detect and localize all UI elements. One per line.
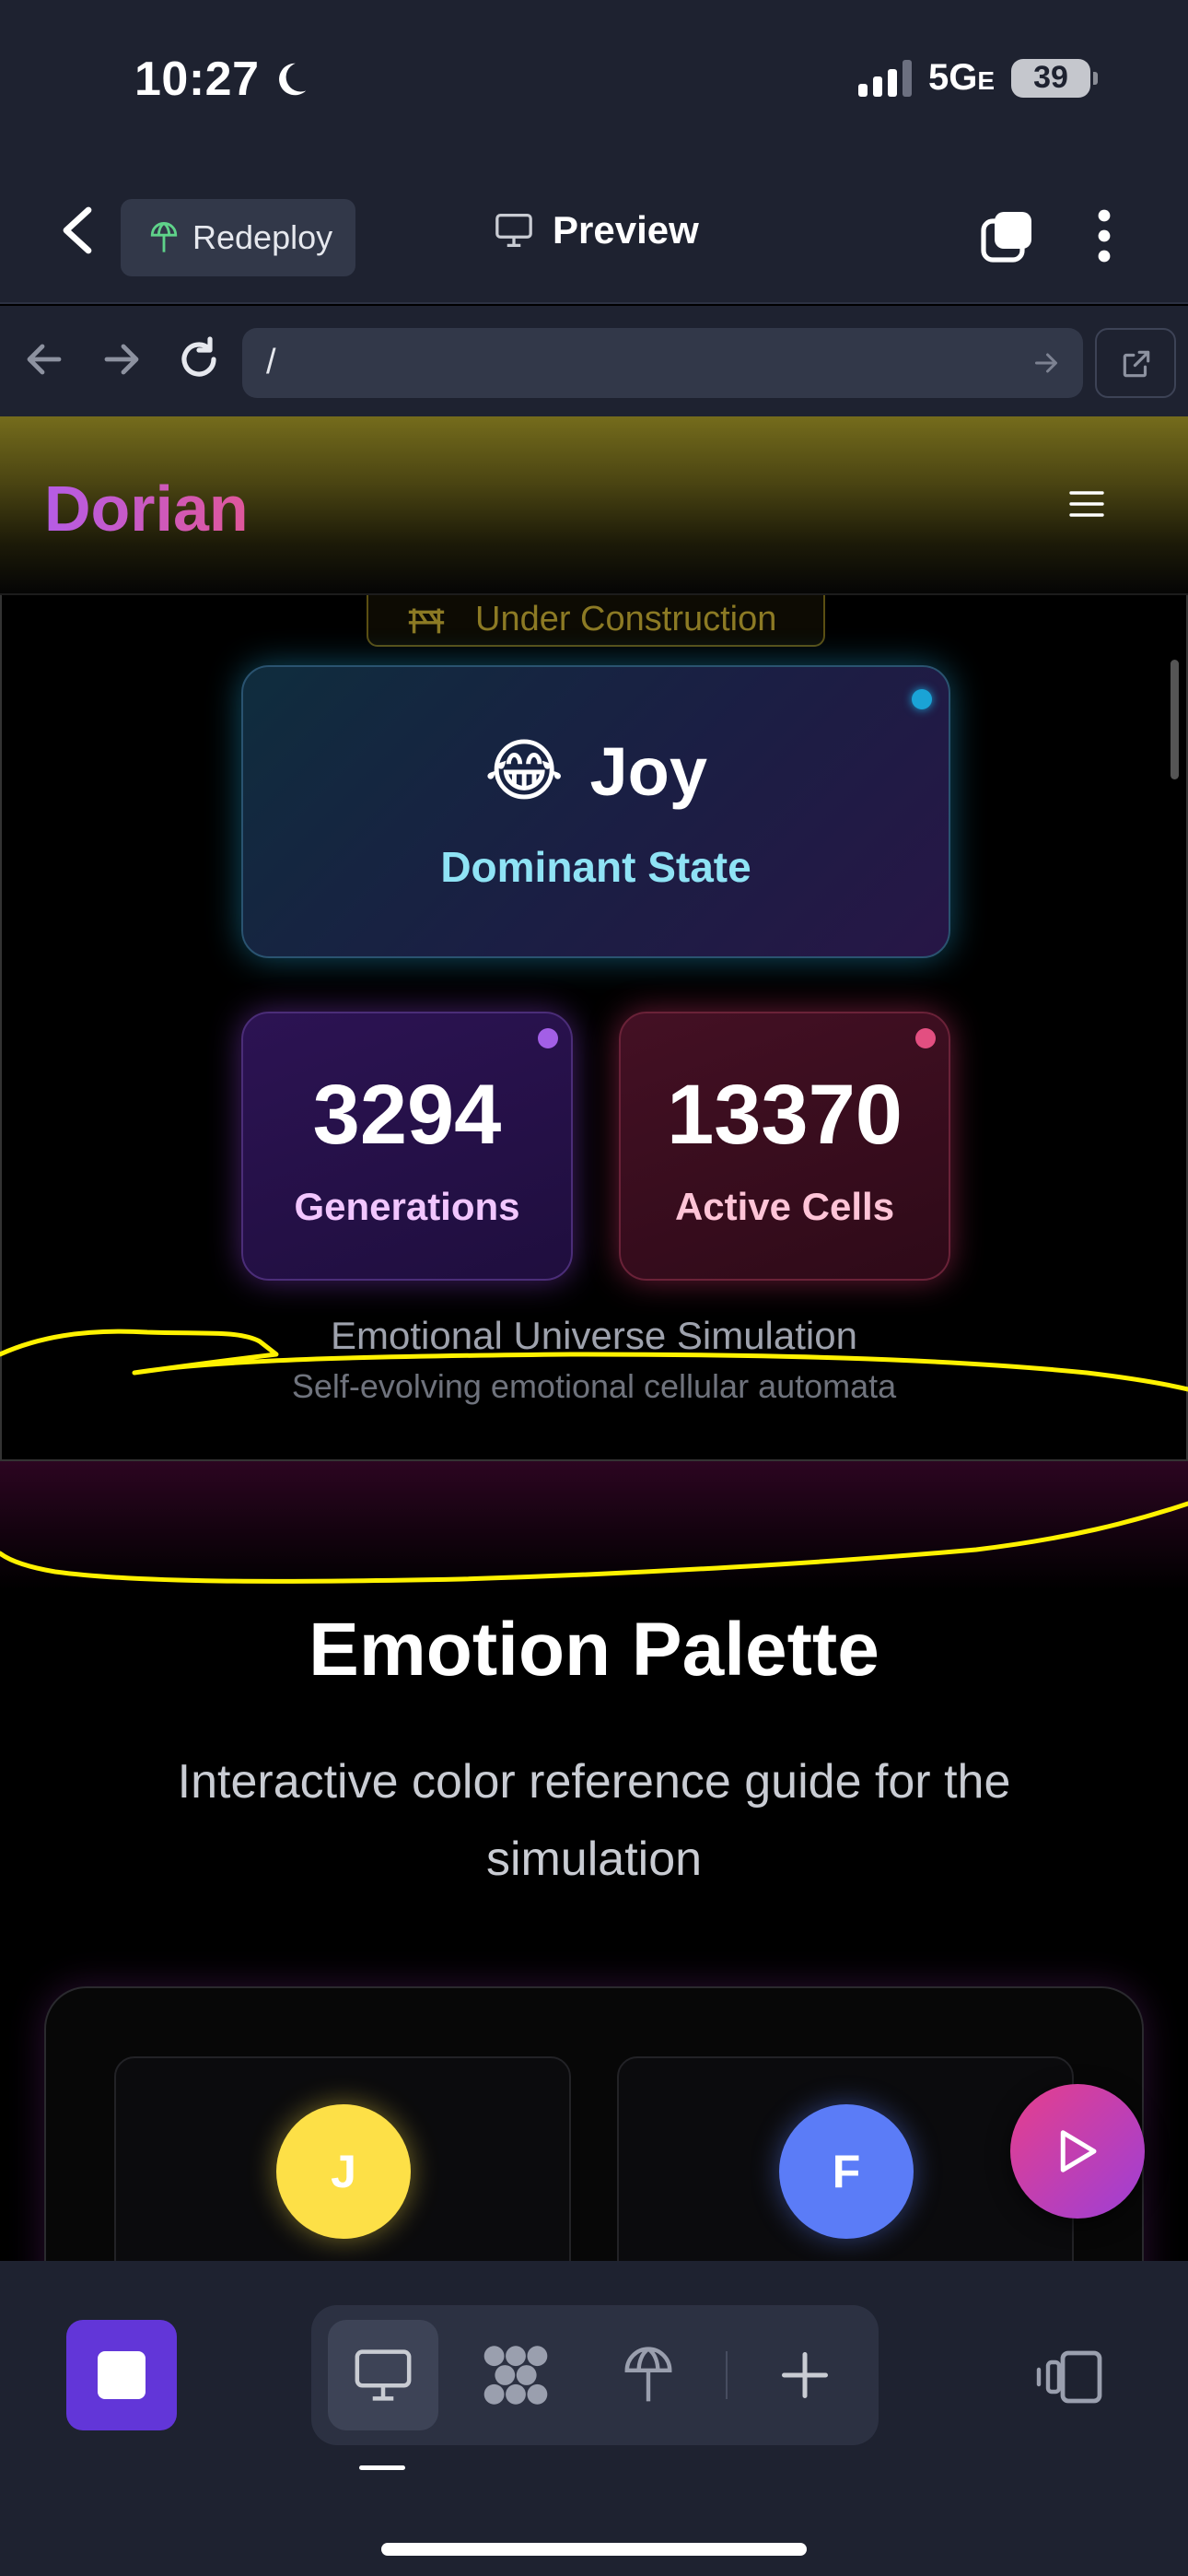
construction-banner: Under Construction [367,595,825,647]
swatch-letter: J [331,2146,356,2197]
generations-label: Generations [294,1185,520,1228]
simulation-title: Emotional Universe Simulation [331,1314,857,1357]
deploy-icon [624,2347,672,2402]
preview-title: Preview [494,208,699,252]
monitor-icon [495,213,532,247]
dominant-state-card: 😂 Joy Dominant State [241,665,950,958]
open-external-button[interactable] [1095,328,1176,398]
browser-bar: / [0,306,1188,416]
battery-icon: 39 [1011,58,1098,98]
dominant-emotion-name: Joy [589,732,707,810]
redeploy-button[interactable]: Redeploy [121,199,355,276]
section-glow [0,1461,1188,1590]
brand-logo[interactable]: Dorian [44,472,249,545]
play-button[interactable] [1010,2084,1145,2219]
hamburger-menu-icon[interactable] [1068,488,1105,520]
swatch-letter: F [832,2146,861,2197]
emotion-card-joy[interactable]: J [114,2056,571,2261]
monitor-icon [355,2349,412,2401]
color-swatch[interactable]: F [779,2104,914,2239]
signal-icon [857,59,912,97]
generations-value: 3294 [312,1068,502,1162]
scrollbar-thumb[interactable] [1171,660,1179,779]
redeploy-label: Redeploy [192,218,333,256]
status-dot [538,1028,558,1048]
devices-icon[interactable] [1033,2348,1103,2406]
emotion-card-fear[interactable]: F [617,2056,1074,2261]
active-cells-value: 13370 [667,1068,903,1162]
play-icon [1060,2130,1097,2172]
web-page: Dorian Under Construction 😂 Joy Dominant… [0,416,1188,2261]
simulation-frame: Under Construction 😂 Joy Dominant State … [0,595,1188,1461]
joy-emoji: 😂 [484,732,565,809]
url-text: / [266,343,276,381]
battery-level: 39 [1033,60,1068,95]
dominant-emotion: 😂 Joy [243,732,949,811]
active-cells-card: 13370 Active Cells [619,1012,950,1281]
arrow-forward-icon[interactable] [96,334,147,385]
back-chevron-icon[interactable] [57,205,98,256]
active-cells-label: Active Cells [674,1185,895,1228]
stop-icon [98,2351,146,2399]
dominant-state-label: Dominant State [440,843,751,891]
view-toggle-group [311,2305,879,2445]
go-arrow-icon[interactable] [1030,346,1063,380]
deploy-icon [150,221,178,252]
moon-icon [278,63,306,96]
tabs-icon[interactable] [980,208,1035,263]
time-text: 10:27 [134,53,260,106]
home-indicator [381,2543,807,2556]
url-input[interactable]: / [242,328,1083,398]
status-time: 10:27 [134,52,311,107]
app-header: Redeploy Preview [0,157,1188,304]
status-dot [912,689,932,709]
deploy-tab[interactable] [593,2320,704,2430]
status-dot [915,1028,936,1048]
site-navbar: Dorian [0,416,1188,595]
active-tab-indicator [359,2465,405,2470]
workspace-tab[interactable] [460,2320,571,2430]
external-link-icon [1123,350,1150,378]
toolbar-divider [726,2351,728,2399]
simulation-subtitle: Self-evolving emotional cellular automat… [291,1367,897,1405]
color-swatch[interactable]: J [276,2104,411,2239]
status-bar: 10:27 5GE 39 [0,0,1188,157]
blocks-icon [483,2346,548,2405]
palette-description: Interactive color reference guide for th… [177,1755,1011,1886]
generations-card: 3294 Generations [241,1012,573,1281]
reload-icon[interactable] [173,334,225,385]
barrier-icon [408,608,445,634]
preview-tab[interactable] [328,2320,438,2430]
bottom-toolbar [0,2261,1188,2576]
network-label: 5GE [927,57,995,98]
preview-label: Preview [553,208,699,252]
palette-panel: J F [44,1986,1144,2261]
palette-heading: Emotion Palette [309,1608,879,1692]
stop-button[interactable] [66,2320,177,2430]
plus-icon [782,2352,828,2398]
more-vertical-icon[interactable] [1090,208,1118,263]
construction-label: Under Construction [475,599,777,638]
add-tab-button[interactable] [750,2320,860,2430]
arrow-back-icon[interactable] [18,334,70,385]
